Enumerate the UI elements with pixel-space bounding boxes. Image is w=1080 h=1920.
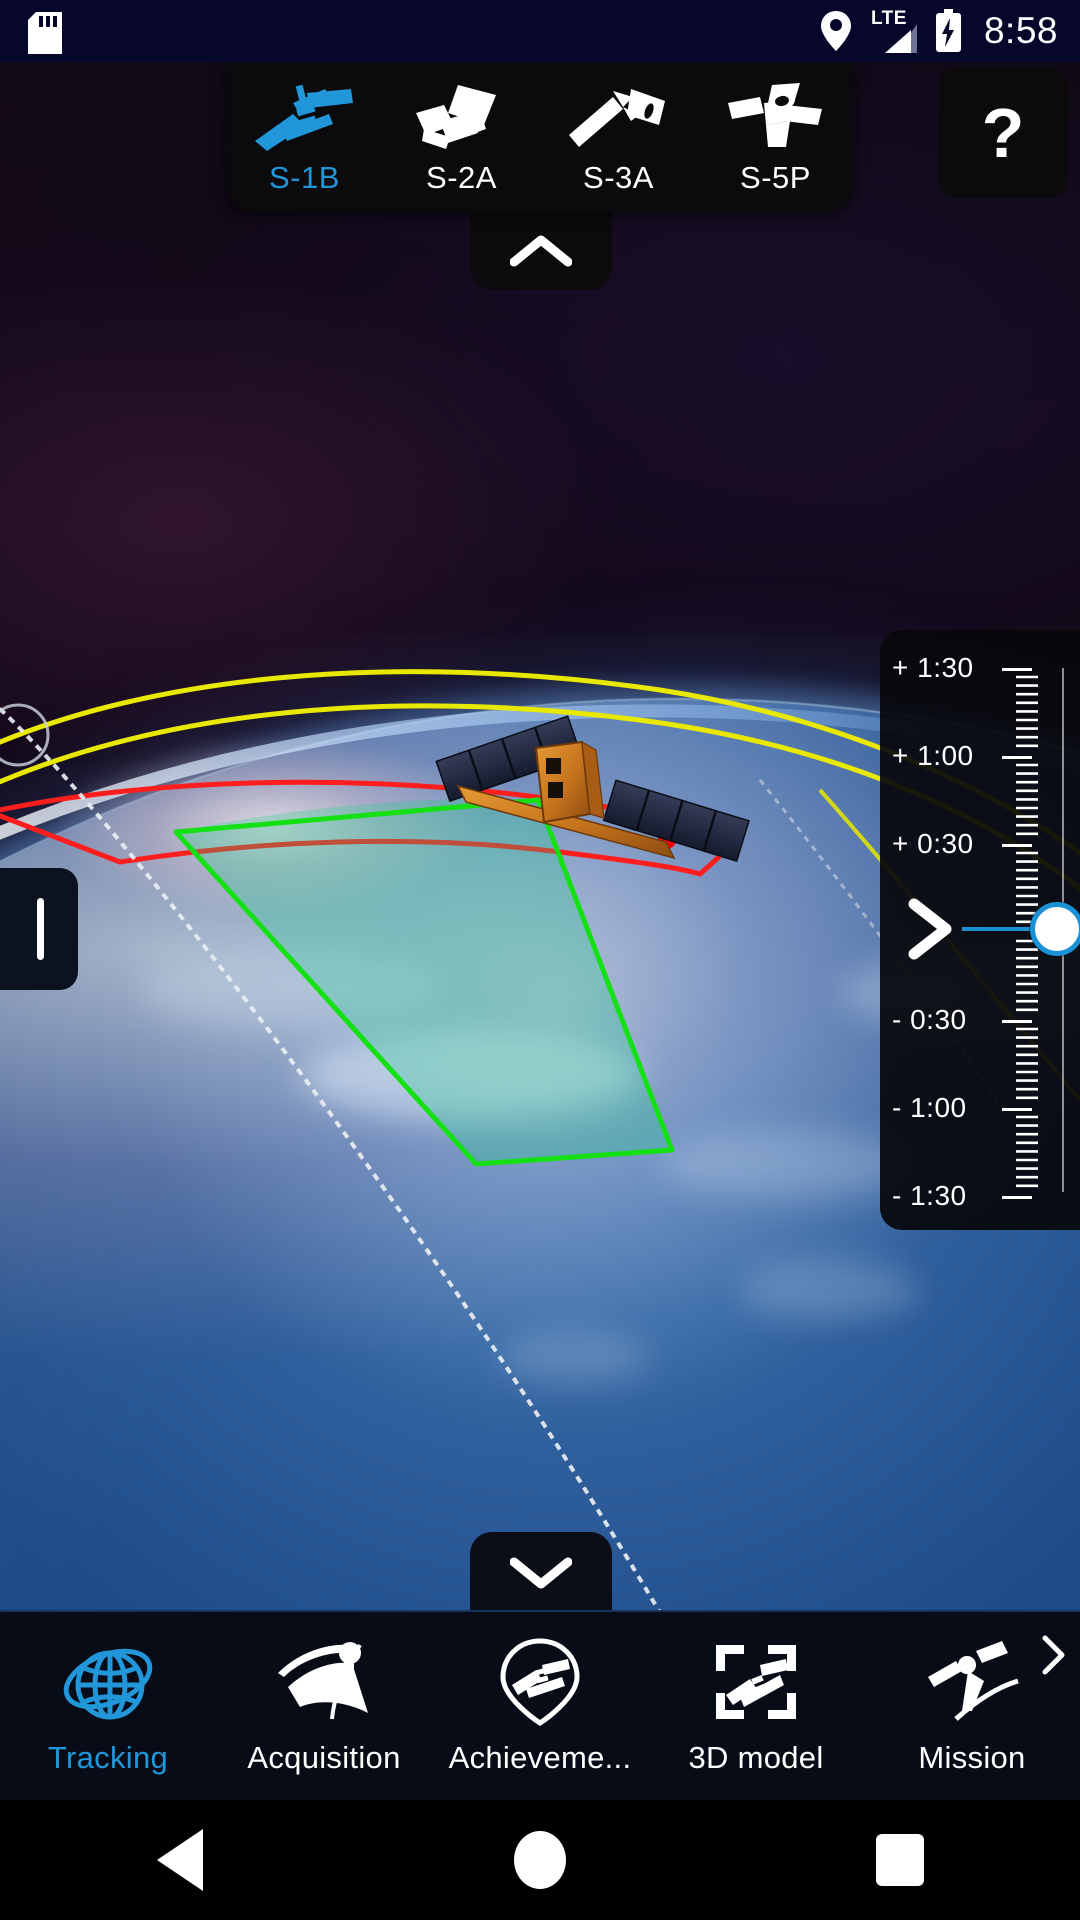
time-tick-label: + 0:30 bbox=[892, 828, 974, 859]
time-tick-label: + 1:30 bbox=[892, 652, 974, 683]
swath-acquisition-icon bbox=[272, 1636, 376, 1728]
clock-time: 8:58 bbox=[983, 10, 1058, 51]
satellite-sentinel-2a-icon bbox=[408, 78, 516, 156]
nav-item-label: Achieveme... bbox=[448, 1740, 632, 1775]
time-tick-label: - 1:30 bbox=[892, 1180, 967, 1211]
3d-model-frame-icon bbox=[704, 1636, 808, 1728]
home-button[interactable] bbox=[480, 1800, 600, 1920]
question-mark-icon: ? bbox=[981, 94, 1025, 172]
bottom-navigation-bar: Tracking Acquisition Achieveme... 3D mod… bbox=[0, 1610, 1080, 1800]
help-button[interactable]: ? bbox=[938, 68, 1068, 198]
satellite-tab-s1b[interactable]: S-1B bbox=[226, 62, 383, 212]
satellite-selector-bar: S-1B S-2A S-3A S-5P bbox=[226, 62, 854, 212]
satellite-tab-label: S-2A bbox=[426, 160, 497, 195]
nav-item-mission[interactable]: Mission bbox=[864, 1611, 1080, 1801]
time-slider-panel[interactable]: + 1:30 + 1:00 + 0:30 - 0:30 - 1:00 - 1:3… bbox=[880, 630, 1080, 1230]
nav-item-tracking[interactable]: Tracking bbox=[0, 1611, 216, 1801]
satellite-tab-s5p[interactable]: S-5P bbox=[697, 62, 854, 212]
left-drawer-handle[interactable] bbox=[0, 868, 78, 990]
nav-item-3d-model[interactable]: 3D model bbox=[648, 1611, 864, 1801]
android-system-nav bbox=[0, 1800, 1080, 1920]
time-tick-label: + 1:00 bbox=[892, 740, 974, 771]
nav-item-label: Acquisition bbox=[247, 1740, 401, 1775]
satellite-tab-s2a[interactable]: S-2A bbox=[383, 62, 540, 212]
app-root: LTE 8:58 S-1B S-2A S-3A S-5P ? + 1:30 + … bbox=[0, 0, 1080, 1920]
nav-item-label: Mission bbox=[918, 1740, 1026, 1775]
satellite-3d-model[interactable] bbox=[430, 690, 770, 880]
satellite-sentinel-1b-icon bbox=[251, 78, 359, 156]
satellite-sentinel-5p-icon bbox=[722, 78, 830, 156]
android-status-bar: LTE 8:58 bbox=[0, 0, 1080, 62]
nav-item-achievements[interactable]: Achieveme... bbox=[432, 1611, 648, 1801]
time-tick-major bbox=[1002, 1196, 1032, 1199]
collapse-top-panel-button[interactable] bbox=[470, 212, 612, 290]
status-bar-icons: LTE 8:58 bbox=[819, 0, 1058, 62]
nav-item-acquisition[interactable]: Acquisition bbox=[216, 1611, 432, 1801]
time-slider-thumb[interactable] bbox=[1030, 902, 1080, 956]
signal-bars-icon: LTE bbox=[871, 8, 917, 53]
time-tick-label: - 1:00 bbox=[892, 1092, 967, 1123]
satellite-tab-s3a[interactable]: S-3A bbox=[540, 62, 697, 212]
satellite-sentinel-3a-icon bbox=[565, 78, 673, 156]
home-circle-icon bbox=[514, 1831, 566, 1889]
chevron-right-icon bbox=[908, 898, 952, 960]
chevron-right-icon[interactable] bbox=[1036, 1633, 1072, 1677]
back-button[interactable] bbox=[120, 1800, 240, 1920]
sd-card-icon bbox=[28, 12, 62, 54]
recents-square-icon bbox=[876, 1834, 924, 1886]
back-triangle-icon bbox=[157, 1829, 203, 1891]
achievement-pin-icon bbox=[488, 1636, 592, 1728]
expand-bottom-panel-button[interactable] bbox=[470, 1532, 612, 1612]
recents-button[interactable] bbox=[840, 1800, 960, 1920]
battery-charging-icon bbox=[935, 9, 961, 52]
time-tick-label: - 0:30 bbox=[892, 1004, 967, 1035]
globe-orbit-icon bbox=[56, 1636, 160, 1728]
nav-item-label: Tracking bbox=[47, 1740, 169, 1775]
satellite-tab-label: S-5P bbox=[740, 160, 811, 195]
satellite-tab-label: S-3A bbox=[583, 160, 654, 195]
mission-antenna-icon bbox=[920, 1636, 1024, 1728]
satellite-tab-label: S-1B bbox=[269, 160, 340, 195]
location-pin-icon bbox=[820, 11, 851, 51]
chevron-up-icon bbox=[510, 235, 572, 267]
nav-item-label: 3D model bbox=[688, 1740, 824, 1775]
chevron-down-icon bbox=[510, 1557, 572, 1589]
drawer-handle-icon bbox=[37, 898, 44, 960]
